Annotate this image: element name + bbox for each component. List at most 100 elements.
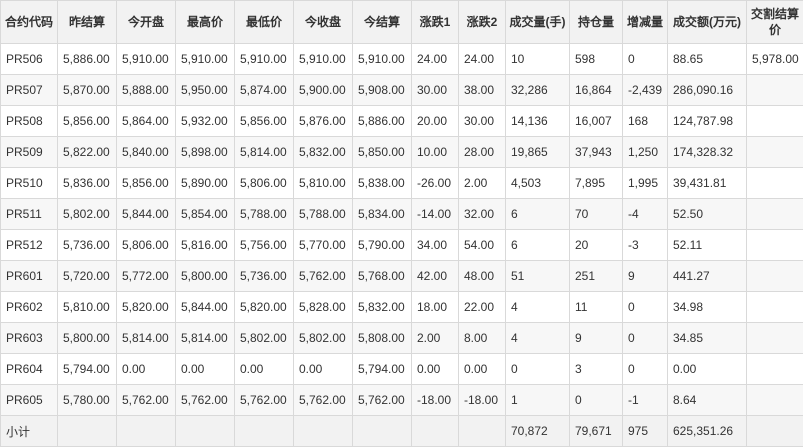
col-header: 最高价 (176, 1, 235, 44)
table-cell: 5,844.00 (117, 199, 176, 230)
table-body: PR5065,886.005,910.005,910.005,910.005,9… (1, 44, 803, 416)
table-cell: 5,850.00 (353, 137, 412, 168)
table-cell: 70 (570, 199, 623, 230)
table-cell: -18.00 (459, 385, 506, 416)
table-cell: 7,895 (570, 168, 623, 199)
table-row: PR5085,856.005,864.005,932.005,856.005,8… (1, 106, 803, 137)
table-cell: 5,856.00 (235, 106, 294, 137)
table-cell: 0 (623, 44, 668, 75)
col-header: 涨跌2 (459, 1, 506, 44)
table-cell: 1,995 (623, 168, 668, 199)
table-row: PR5065,886.005,910.005,910.005,910.005,9… (1, 44, 803, 75)
col-header: 增减量 (623, 1, 668, 44)
table-cell (747, 261, 803, 292)
table-cell: 5,832.00 (353, 292, 412, 323)
table-cell: 88.65 (668, 44, 747, 75)
table-cell: 38.00 (459, 75, 506, 106)
table-cell: 5,822.00 (58, 137, 117, 168)
table-cell: PR506 (1, 44, 58, 75)
table-cell: 5,950.00 (176, 75, 235, 106)
table-cell: 5,886.00 (58, 44, 117, 75)
table-cell: 0 (623, 292, 668, 323)
table-cell: 5,910.00 (353, 44, 412, 75)
table-cell: 5,834.00 (353, 199, 412, 230)
table-cell: -3 (623, 230, 668, 261)
table-cell (747, 106, 803, 137)
table-cell: 34.98 (668, 292, 747, 323)
table-cell: 5,802.00 (235, 323, 294, 354)
table-cell: PR508 (1, 106, 58, 137)
table-cell: PR510 (1, 168, 58, 199)
table-cell: -1 (623, 385, 668, 416)
table-cell: 20 (570, 230, 623, 261)
table-row: PR6035,800.005,814.005,814.005,802.005,8… (1, 323, 803, 354)
table-cell: 5,772.00 (117, 261, 176, 292)
table-cell (747, 385, 803, 416)
subtotal-cell (412, 416, 459, 447)
table-cell: PR512 (1, 230, 58, 261)
table-cell: 5,820.00 (235, 292, 294, 323)
col-header: 持仓量 (570, 1, 623, 44)
table-cell: 5,794.00 (58, 354, 117, 385)
table-cell: 5,780.00 (58, 385, 117, 416)
table-cell: 5,802.00 (294, 323, 353, 354)
table-cell: 52.11 (668, 230, 747, 261)
table-cell: 28.00 (459, 137, 506, 168)
table-cell: 5,876.00 (294, 106, 353, 137)
table-cell: 6 (506, 199, 570, 230)
table-cell: -4 (623, 199, 668, 230)
table-cell: 52.50 (668, 199, 747, 230)
table-cell: 5,888.00 (117, 75, 176, 106)
table-row: PR5075,870.005,888.005,950.005,874.005,9… (1, 75, 803, 106)
table-cell: 4 (506, 292, 570, 323)
table-cell: 0.00 (668, 354, 747, 385)
table-cell: 0.00 (294, 354, 353, 385)
table-cell: 0.00 (176, 354, 235, 385)
subtotal-cell (58, 416, 117, 447)
table-cell: 8.64 (668, 385, 747, 416)
table-cell: 5,814.00 (117, 323, 176, 354)
table-cell (747, 323, 803, 354)
subtotal-cell (353, 416, 412, 447)
table-cell: 5,762.00 (294, 261, 353, 292)
table-cell: 0.00 (235, 354, 294, 385)
table-cell: 174,328.32 (668, 137, 747, 168)
subtotal-label: 小计 (1, 416, 58, 447)
col-header: 交割结算价 (747, 1, 803, 44)
table-cell (747, 199, 803, 230)
table-cell: 5,794.00 (353, 354, 412, 385)
table-cell: 5,836.00 (58, 168, 117, 199)
table-cell: 4,503 (506, 168, 570, 199)
table-cell: 1 (506, 385, 570, 416)
table-cell: 5,870.00 (58, 75, 117, 106)
table-cell: 2.00 (412, 323, 459, 354)
table-row: PR5095,822.005,840.005,898.005,814.005,8… (1, 137, 803, 168)
table-cell: 5,762.00 (294, 385, 353, 416)
table-cell: 30.00 (412, 75, 459, 106)
table-cell: 9 (623, 261, 668, 292)
table-cell: -26.00 (412, 168, 459, 199)
table-cell: 51 (506, 261, 570, 292)
table-row: PR5115,802.005,844.005,854.005,788.005,7… (1, 199, 803, 230)
table-cell (747, 354, 803, 385)
subtotal-cell (747, 416, 803, 447)
table-cell (747, 168, 803, 199)
table-cell: 24.00 (412, 44, 459, 75)
table-cell: 34.85 (668, 323, 747, 354)
table-cell: PR507 (1, 75, 58, 106)
table-cell: 8.00 (459, 323, 506, 354)
table-cell: 10 (506, 44, 570, 75)
table-cell: 16,007 (570, 106, 623, 137)
table-cell: 5,768.00 (353, 261, 412, 292)
table-row: PR6055,780.005,762.005,762.005,762.005,7… (1, 385, 803, 416)
table-cell: 5,810.00 (58, 292, 117, 323)
table-cell: 3 (570, 354, 623, 385)
table-cell: 0 (506, 354, 570, 385)
table-cell: 5,820.00 (117, 292, 176, 323)
subtotal-cell (235, 416, 294, 447)
col-header: 成交额(万元) (668, 1, 747, 44)
futures-quote-table: 合约代码 昨结算 今开盘 最高价 最低价 今收盘 今结算 涨跌1 涨跌2 成交量… (0, 0, 803, 447)
table-cell: 20.00 (412, 106, 459, 137)
table-cell: 5,762.00 (235, 385, 294, 416)
table-cell: -2,439 (623, 75, 668, 106)
